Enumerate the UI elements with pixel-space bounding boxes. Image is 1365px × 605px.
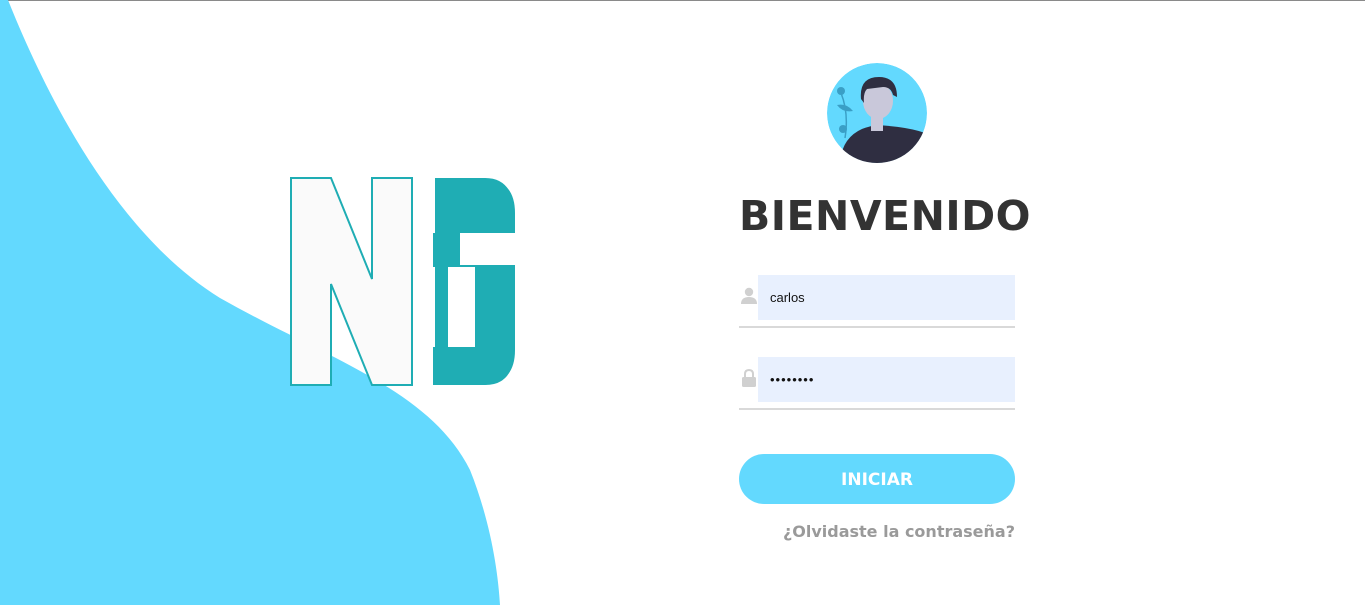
login-page: BIENVENIDO INICIAR ¿Olvidaste la contras… bbox=[0, 0, 1365, 605]
username-input[interactable] bbox=[758, 275, 1015, 320]
lock-icon bbox=[741, 368, 757, 387]
ng-logo bbox=[285, 175, 520, 390]
page-title: BIENVENIDO bbox=[739, 192, 1032, 240]
background-wave bbox=[0, 0, 500, 605]
password-input[interactable] bbox=[758, 357, 1015, 402]
password-field bbox=[739, 356, 1015, 410]
user-icon bbox=[741, 287, 757, 305]
login-button[interactable]: INICIAR bbox=[739, 454, 1015, 504]
forgot-password-link[interactable]: ¿Olvidaste la contraseña? bbox=[783, 522, 1015, 541]
username-field bbox=[739, 274, 1015, 328]
avatar bbox=[827, 63, 927, 163]
